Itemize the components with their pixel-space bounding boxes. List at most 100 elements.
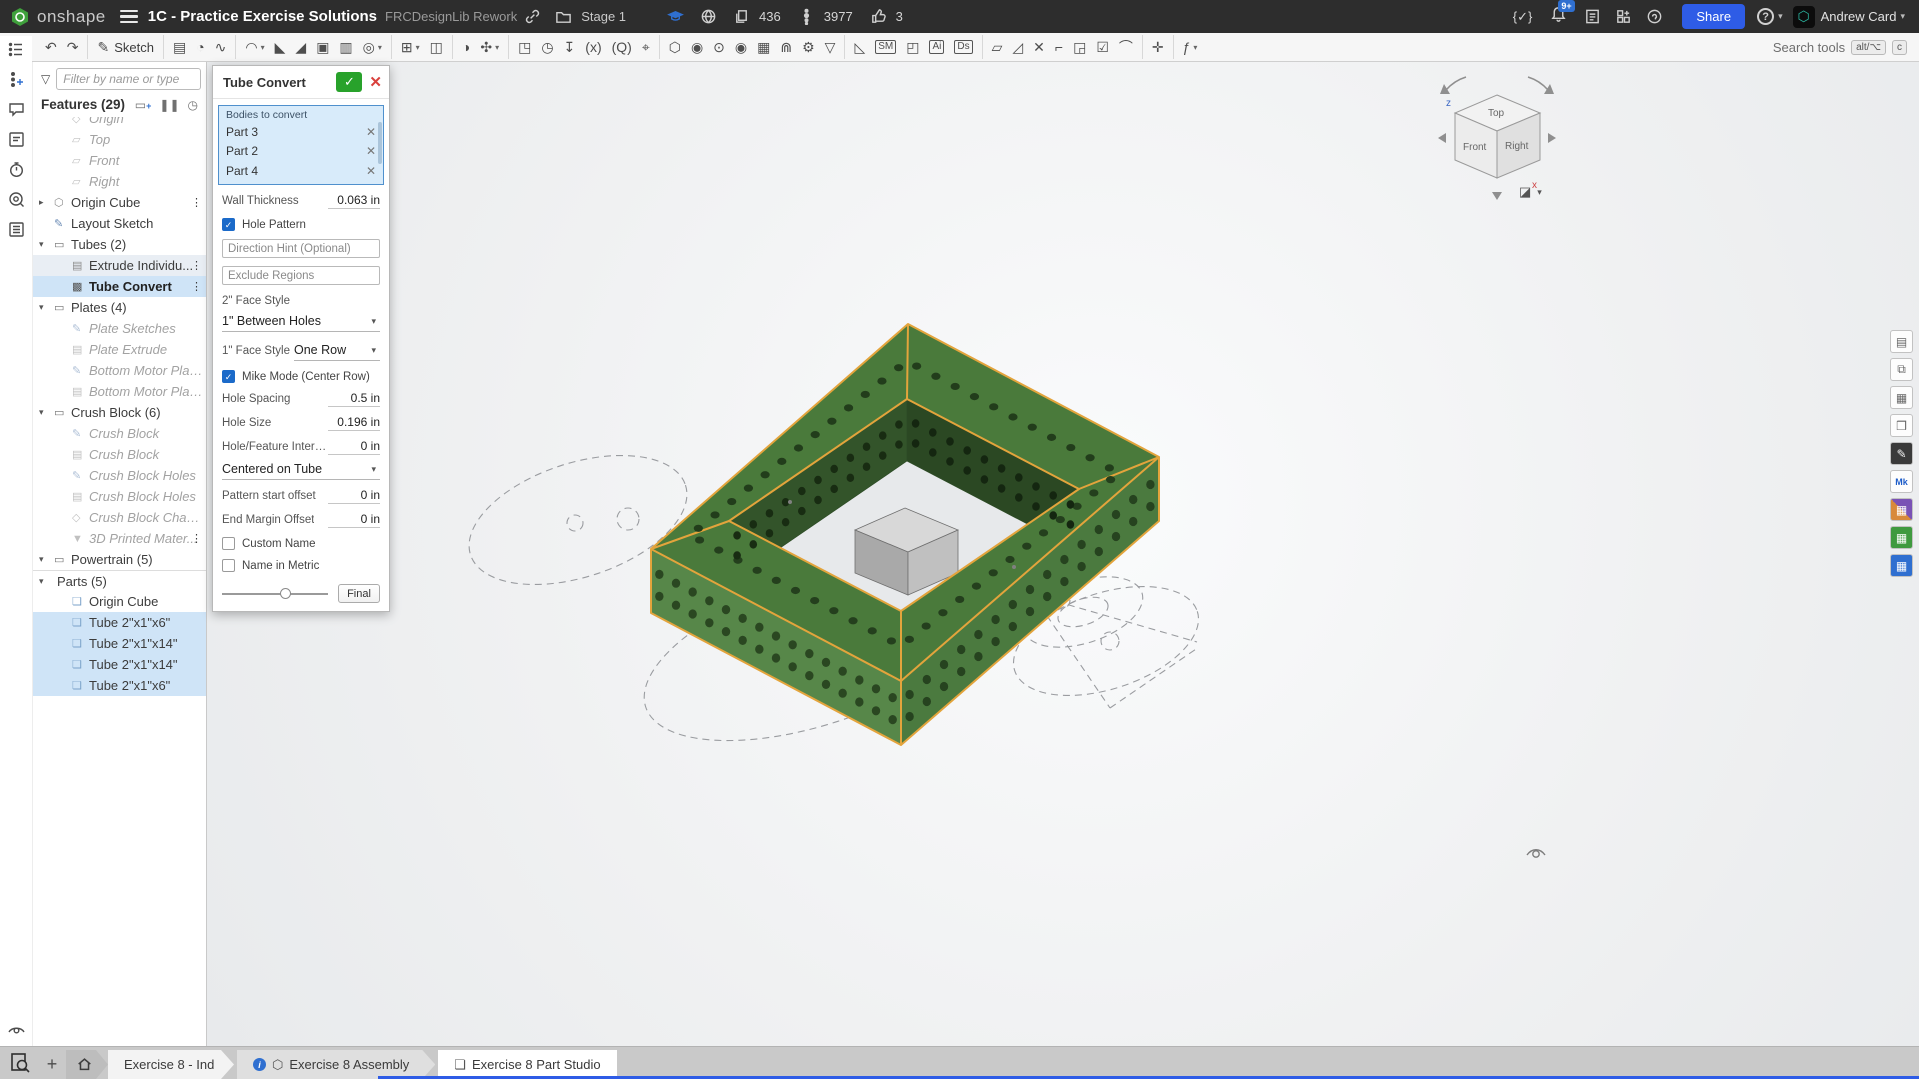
feature-tree-row[interactable]: Tube 2"x1"x6" xyxy=(33,612,206,633)
app-store-icon[interactable] xyxy=(1615,8,1632,25)
plane-icon[interactable]: ◳ xyxy=(508,35,536,59)
undo-icon[interactable]: ↶ xyxy=(40,35,62,59)
thumbs-up-icon[interactable] xyxy=(870,8,887,25)
sketch-button[interactable]: ✎ Sketch xyxy=(87,35,158,59)
rotate-right-arrow-icon[interactable] xyxy=(1528,77,1548,90)
grid-blue-icon[interactable] xyxy=(1890,554,1913,577)
bodies-to-convert-list[interactable]: Bodies to convert Part 3 ✕ Part 2 ✕ Part… xyxy=(218,105,384,185)
body-item[interactable]: Part 5 ✕ xyxy=(219,181,383,186)
overflow-dots-icon[interactable]: ⋮ xyxy=(191,532,202,545)
mate-connector-icon[interactable]: ⌖ xyxy=(637,35,655,59)
draft-icon[interactable]: ◢ xyxy=(290,35,311,59)
tag-icon[interactable]: ☑ xyxy=(1091,35,1114,59)
visibility-eye-icon[interactable] xyxy=(1523,840,1549,866)
search-tools-label[interactable]: Search tools xyxy=(1773,40,1845,55)
expander-icon[interactable] xyxy=(39,407,54,418)
sheet-metal-icon[interactable]: SM xyxy=(870,35,901,59)
workspace-name[interactable]: Stage 1 xyxy=(581,9,626,24)
box-icon[interactable] xyxy=(1890,414,1913,437)
feature-tree-row[interactable]: Origin xyxy=(33,117,206,129)
suppress-pause-icon[interactable]: ❚❚ xyxy=(159,98,179,112)
chamfer-icon[interactable]: ◣ xyxy=(270,35,291,59)
end-margin-offset-input[interactable]: 0 in xyxy=(328,512,380,528)
checkbox-checked-icon[interactable] xyxy=(222,218,235,231)
frame-icon[interactable]: ▱ xyxy=(982,35,1008,59)
feature-tree-row[interactable]: Front xyxy=(33,150,206,171)
notifications-bell-icon[interactable]: 9+ xyxy=(1550,6,1567,28)
grid-green-icon[interactable] xyxy=(1890,526,1913,549)
boolean-icon[interactable]: ◑ xyxy=(452,35,475,59)
revolve-icon[interactable]: ◔ xyxy=(191,35,209,59)
pattern-start-offset-input[interactable]: 0 in xyxy=(328,488,380,504)
origin-crosshair-icon[interactable]: ✛ xyxy=(1142,35,1169,59)
rotate-left-triangle-icon[interactable] xyxy=(1438,133,1446,143)
search-tabs-icon[interactable] xyxy=(8,1051,32,1075)
weld-icon[interactable]: ✕ xyxy=(1028,35,1050,59)
gusset-icon[interactable]: ◿ xyxy=(1007,35,1028,59)
comment-icon[interactable] xyxy=(7,100,26,119)
feature-tree-row[interactable]: Crush Block Chamfer xyxy=(33,507,206,528)
expander-icon[interactable] xyxy=(39,554,54,565)
measure-icon[interactable]: ◺ xyxy=(844,35,870,59)
home-tab[interactable] xyxy=(66,1050,108,1079)
feature-tree-row[interactable]: Plate Sketches xyxy=(33,318,206,339)
overflow-dots-icon[interactable]: ⋮ xyxy=(191,280,202,293)
link-icon[interactable] xyxy=(524,8,541,25)
redo-icon[interactable]: ↷ xyxy=(62,35,84,59)
hole-feature-intersection-input[interactable]: 0 in xyxy=(328,439,380,455)
tasks-icon[interactable] xyxy=(1584,8,1601,25)
feature-tree-row[interactable]: Plate Extrude xyxy=(33,339,206,360)
feature-tree-row[interactable]: Parts (5) xyxy=(33,570,206,591)
feature-tree-row[interactable]: Origin Cube ⋮ xyxy=(33,192,206,213)
face1-style-select[interactable]: One Row▾ xyxy=(294,341,380,361)
notes-icon[interactable] xyxy=(7,130,26,149)
feature-tree-row[interactable]: Tube 2"x1"x6" xyxy=(33,675,206,696)
rotate-down-triangle-icon[interactable] xyxy=(1492,192,1502,200)
hole-spacing-input[interactable]: 0.5 in xyxy=(328,391,380,407)
feature-tree-row[interactable]: Extrude Individu... ⋮ xyxy=(33,255,206,276)
mkcad-icon[interactable]: Mk xyxy=(1890,470,1913,493)
feature-tree-row[interactable]: Tubes (2) xyxy=(33,234,206,255)
body-item[interactable]: Part 4 ✕ xyxy=(219,161,383,181)
feature-tree-row[interactable]: Tube Convert ⋮ xyxy=(33,276,206,297)
history-timer-icon[interactable] xyxy=(7,160,26,179)
help-button[interactable]: ? xyxy=(1757,8,1774,25)
filter-feature-icon[interactable]: ▽ xyxy=(820,35,841,59)
filter-input[interactable] xyxy=(56,68,201,90)
custom-feature-icon-2[interactable]: ◉ xyxy=(730,35,752,59)
feature-tree-row[interactable]: Crush Block xyxy=(33,444,206,465)
wall-thickness-input[interactable]: 0.063 in xyxy=(328,193,380,209)
belt-icon[interactable]: ⋒ xyxy=(775,35,797,59)
model-scene[interactable] xyxy=(207,62,1919,1046)
custom-feature-icon[interactable]: ◉ xyxy=(686,35,708,59)
feature-tree-row[interactable]: Crush Block Holes xyxy=(33,486,206,507)
fillet-icon[interactable]: ◠ ▾ xyxy=(235,35,269,59)
extrude-icon[interactable]: ▤ xyxy=(163,35,191,59)
shell-icon[interactable]: ▣ xyxy=(311,35,334,59)
feature-tree-row[interactable]: Layout Sketch xyxy=(33,213,206,234)
remove-body-icon[interactable]: ✕ xyxy=(366,125,376,139)
bom-icon[interactable] xyxy=(7,220,26,239)
name-in-metric-checkbox[interactable]: Name in Metric xyxy=(222,559,380,572)
hole-pattern-checkbox[interactable]: Hole Pattern xyxy=(222,218,380,231)
ds-icon[interactable]: Ds xyxy=(949,35,977,59)
document-tab[interactable]: Exercise 8 Part Studio xyxy=(438,1050,616,1079)
ai-icon[interactable]: Ai xyxy=(924,35,949,59)
spline-icon[interactable]: ⌒ xyxy=(1114,35,1138,59)
add-folder-icon[interactable]: ▭+ xyxy=(135,98,152,112)
remove-body-icon[interactable]: ✕ xyxy=(366,164,376,178)
corner-icon[interactable]: ◲ xyxy=(1068,35,1091,59)
expander-icon[interactable] xyxy=(39,239,54,250)
final-button[interactable]: Final xyxy=(338,584,380,603)
feature-tree-row[interactable]: Bottom Motor Plate Ske... xyxy=(33,360,206,381)
add-tab-button[interactable]: + xyxy=(38,1050,66,1079)
overflow-dots-icon[interactable]: ⋮ xyxy=(191,259,202,272)
enclose-icon[interactable]: ⬡ xyxy=(659,35,686,59)
education-cap-icon[interactable] xyxy=(667,8,684,25)
rollback-clock-icon[interactable]: ◷ xyxy=(188,98,198,112)
checkbox-unchecked-icon[interactable] xyxy=(222,537,235,550)
body-item[interactable]: Part 3 ✕ xyxy=(219,122,383,142)
feature-tree-row[interactable]: Powertrain (5) xyxy=(33,549,206,570)
feature-tree-row[interactable]: Bottom Motor Plate Ext... xyxy=(33,381,206,402)
import-icon[interactable]: ↧ xyxy=(559,35,581,59)
